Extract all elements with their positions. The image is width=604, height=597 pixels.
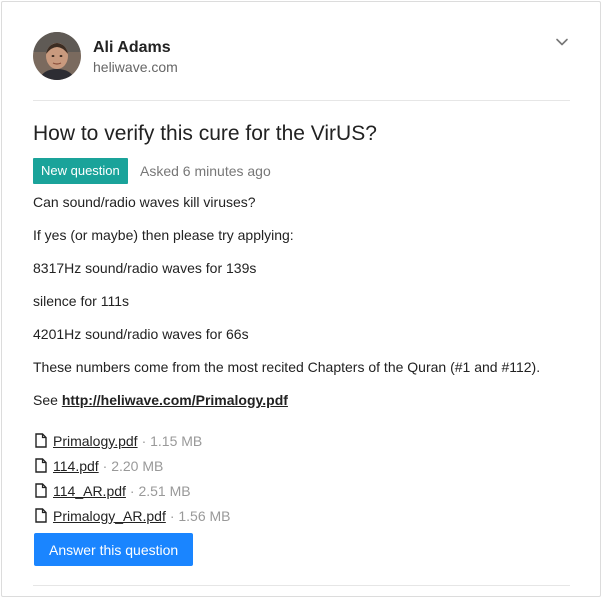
file-icon (35, 458, 47, 473)
attachment-item: 114.pdf · 2.20 MB (35, 453, 231, 478)
attachment-link[interactable]: 114_AR.pdf (53, 483, 126, 499)
question-paragraph: 4201Hz sound/radio waves for 66s (33, 326, 249, 342)
attachment-item: Primalogy_AR.pdf · 1.56 MB (35, 503, 231, 528)
question-title[interactable]: How to verify this cure for the VirUS? (33, 122, 377, 146)
attachment-link[interactable]: Primalogy.pdf (53, 433, 138, 449)
question-paragraph: 8317Hz sound/radio waves for 139s (33, 260, 257, 276)
asked-time: Asked 6 minutes ago (140, 163, 271, 179)
file-icon (35, 508, 47, 523)
file-icon (35, 433, 47, 448)
question-paragraph: Can sound/radio waves kill viruses? (33, 194, 256, 210)
question-paragraph: silence for 111s (33, 293, 129, 309)
answer-question-button[interactable]: Answer this question (34, 533, 194, 566)
primalogy-link[interactable]: http://heliwave.com/Primalogy.pdf (62, 392, 288, 408)
question-paragraph: If yes (or maybe) then please try applyi… (33, 227, 294, 243)
author-header: Ali Adams heliwave.com (33, 32, 570, 82)
attachment-item: Primalogy.pdf · 1.15 MB (35, 428, 231, 453)
question-paragraph: These numbers come from the most recited… (33, 359, 541, 375)
attachment-link[interactable]: Primalogy_AR.pdf (53, 508, 166, 524)
file-icon (35, 483, 47, 498)
chevron-down-icon[interactable] (554, 34, 570, 50)
author-site: heliwave.com (93, 59, 178, 75)
see-prefix: See (33, 392, 62, 408)
footer-divider (33, 585, 570, 586)
attachment-size: · 1.56 MB (169, 507, 231, 524)
header-divider (33, 100, 570, 101)
see-paragraph: See http://heliwave.com/Primalogy.pdf (33, 392, 288, 408)
author-name[interactable]: Ali Adams (93, 39, 171, 57)
new-question-badge: New question (33, 158, 128, 184)
attachment-list: Primalogy.pdf · 1.15 MB 114.pdf · 2.20 M… (35, 428, 231, 528)
attachment-item: 114_AR.pdf · 2.51 MB (35, 478, 231, 503)
attachment-size: · 1.15 MB (141, 432, 203, 449)
attachment-size: · 2.20 MB (102, 457, 164, 474)
attachment-link[interactable]: 114.pdf (53, 458, 99, 474)
avatar[interactable] (33, 32, 81, 80)
attachment-size: · 2.51 MB (129, 482, 191, 499)
question-card: Ali Adams heliwave.com How to verify thi… (1, 1, 601, 597)
